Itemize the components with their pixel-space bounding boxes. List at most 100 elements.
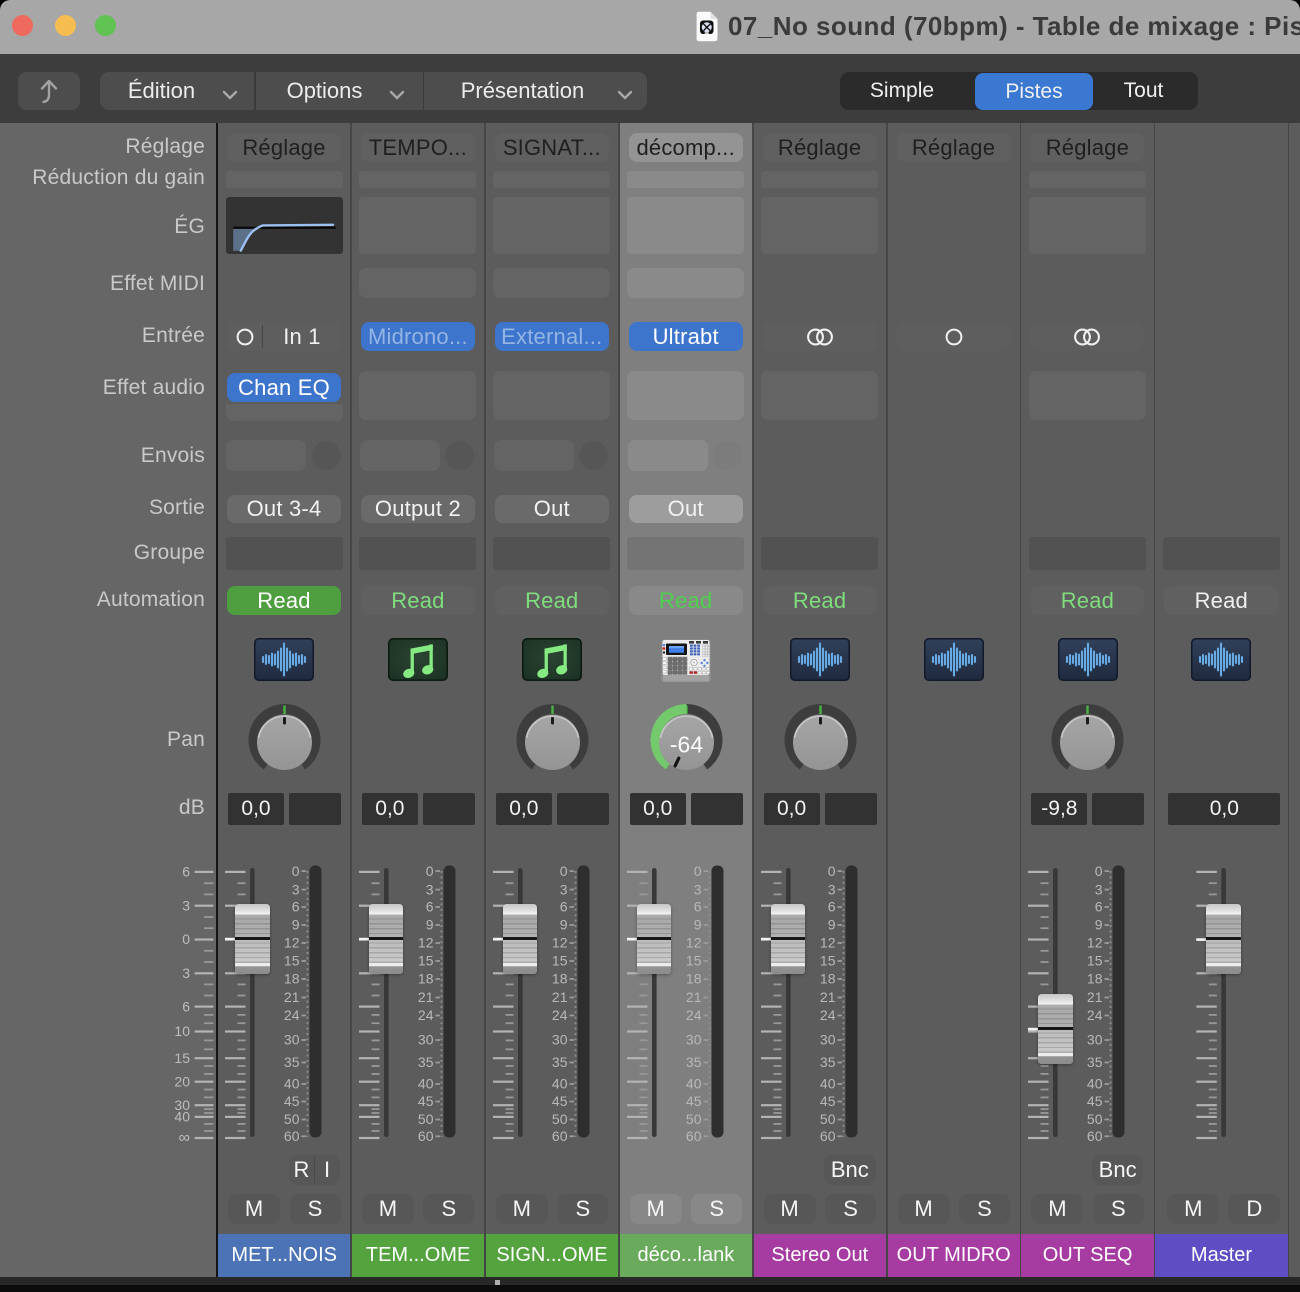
svg-text:21: 21 <box>1087 989 1103 1005</box>
svg-text:3: 3 <box>560 881 568 897</box>
svg-text:40: 40 <box>552 1076 568 1092</box>
svg-text:18: 18 <box>284 971 300 987</box>
svg-text:12: 12 <box>418 935 434 951</box>
svg-text:50: 50 <box>686 1111 702 1127</box>
svg-text:60: 60 <box>418 1128 434 1141</box>
svg-text:6: 6 <box>426 899 434 915</box>
svg-text:60: 60 <box>820 1128 836 1141</box>
svg-text:15: 15 <box>686 953 702 969</box>
svg-text:30: 30 <box>552 1032 568 1048</box>
svg-text:12: 12 <box>820 935 836 951</box>
svg-text:12: 12 <box>686 935 702 951</box>
svg-text:18: 18 <box>1087 971 1103 987</box>
svg-text:45: 45 <box>552 1093 568 1109</box>
svg-text:10: 10 <box>174 1023 190 1039</box>
svg-text:9: 9 <box>827 917 835 933</box>
svg-text:9: 9 <box>426 917 434 933</box>
svg-text:15: 15 <box>174 1050 190 1066</box>
svg-text:18: 18 <box>820 971 836 987</box>
svg-text:45: 45 <box>820 1093 836 1109</box>
svg-text:6: 6 <box>1095 899 1103 915</box>
svg-text:40: 40 <box>284 1076 300 1092</box>
svg-text:3: 3 <box>292 881 300 897</box>
svg-text:0: 0 <box>827 865 835 879</box>
svg-text:40: 40 <box>174 1109 190 1125</box>
svg-text:60: 60 <box>552 1128 568 1141</box>
svg-text:3: 3 <box>426 881 434 897</box>
svg-text:12: 12 <box>552 935 568 951</box>
svg-text:3: 3 <box>827 881 835 897</box>
svg-text:50: 50 <box>1087 1111 1103 1127</box>
svg-text:3: 3 <box>182 965 190 981</box>
svg-text:35: 35 <box>1087 1054 1103 1070</box>
svg-text:45: 45 <box>1087 1093 1103 1109</box>
svg-text:50: 50 <box>552 1111 568 1127</box>
svg-text:9: 9 <box>1095 917 1103 933</box>
svg-text:15: 15 <box>418 953 434 969</box>
svg-text:18: 18 <box>418 971 434 987</box>
svg-text:21: 21 <box>686 989 702 1005</box>
svg-text:60: 60 <box>1087 1128 1103 1141</box>
svg-text:12: 12 <box>284 935 300 951</box>
svg-text:30: 30 <box>284 1032 300 1048</box>
svg-text:24: 24 <box>686 1007 702 1023</box>
svg-text:50: 50 <box>284 1111 300 1127</box>
svg-text:21: 21 <box>552 989 568 1005</box>
svg-text:18: 18 <box>552 971 568 987</box>
svg-text:35: 35 <box>820 1054 836 1070</box>
svg-text:40: 40 <box>820 1076 836 1092</box>
svg-text:20: 20 <box>174 1073 190 1089</box>
svg-text:30: 30 <box>1087 1032 1103 1048</box>
svg-text:21: 21 <box>418 989 434 1005</box>
svg-text:6: 6 <box>292 899 300 915</box>
svg-text:40: 40 <box>686 1076 702 1092</box>
svg-text:30: 30 <box>820 1032 836 1048</box>
svg-text:50: 50 <box>418 1111 434 1127</box>
svg-text:15: 15 <box>820 953 836 969</box>
svg-text:21: 21 <box>820 989 836 1005</box>
svg-text:3: 3 <box>693 881 701 897</box>
svg-text:15: 15 <box>284 953 300 969</box>
svg-text:0: 0 <box>426 865 434 879</box>
svg-text:60: 60 <box>284 1128 300 1141</box>
svg-text:24: 24 <box>284 1007 300 1023</box>
svg-text:0: 0 <box>182 931 190 947</box>
svg-text:9: 9 <box>560 917 568 933</box>
svg-text:21: 21 <box>284 989 300 1005</box>
svg-text:45: 45 <box>284 1093 300 1109</box>
svg-text:24: 24 <box>1087 1007 1103 1023</box>
svg-text:12: 12 <box>1087 935 1103 951</box>
svg-text:3: 3 <box>182 897 190 913</box>
svg-text:50: 50 <box>820 1111 836 1127</box>
svg-text:24: 24 <box>820 1007 836 1023</box>
svg-text:30: 30 <box>686 1032 702 1048</box>
svg-text:6: 6 <box>693 899 701 915</box>
svg-text:9: 9 <box>693 917 701 933</box>
svg-text:40: 40 <box>1087 1076 1103 1092</box>
svg-text:0: 0 <box>693 865 701 879</box>
svg-text:30: 30 <box>418 1032 434 1048</box>
svg-text:45: 45 <box>686 1093 702 1109</box>
svg-text:24: 24 <box>552 1007 568 1023</box>
svg-text:6: 6 <box>560 899 568 915</box>
svg-text:3: 3 <box>1095 881 1103 897</box>
svg-text:40: 40 <box>418 1076 434 1092</box>
svg-text:35: 35 <box>284 1054 300 1070</box>
svg-text:60: 60 <box>686 1128 702 1141</box>
svg-text:35: 35 <box>686 1054 702 1070</box>
svg-text:0: 0 <box>1095 865 1103 879</box>
svg-text:6: 6 <box>827 899 835 915</box>
svg-text:45: 45 <box>418 1093 434 1109</box>
svg-text:18: 18 <box>686 971 702 987</box>
svg-text:0: 0 <box>560 865 568 879</box>
svg-text:15: 15 <box>552 953 568 969</box>
svg-text:15: 15 <box>1087 953 1103 969</box>
svg-text:0: 0 <box>292 865 300 879</box>
svg-text:6: 6 <box>182 865 190 880</box>
svg-text:6: 6 <box>182 998 190 1014</box>
svg-text:24: 24 <box>418 1007 434 1023</box>
svg-text:∞: ∞ <box>179 1130 190 1141</box>
svg-text:35: 35 <box>552 1054 568 1070</box>
svg-text:-64: -64 <box>670 732 703 758</box>
svg-text:35: 35 <box>418 1054 434 1070</box>
